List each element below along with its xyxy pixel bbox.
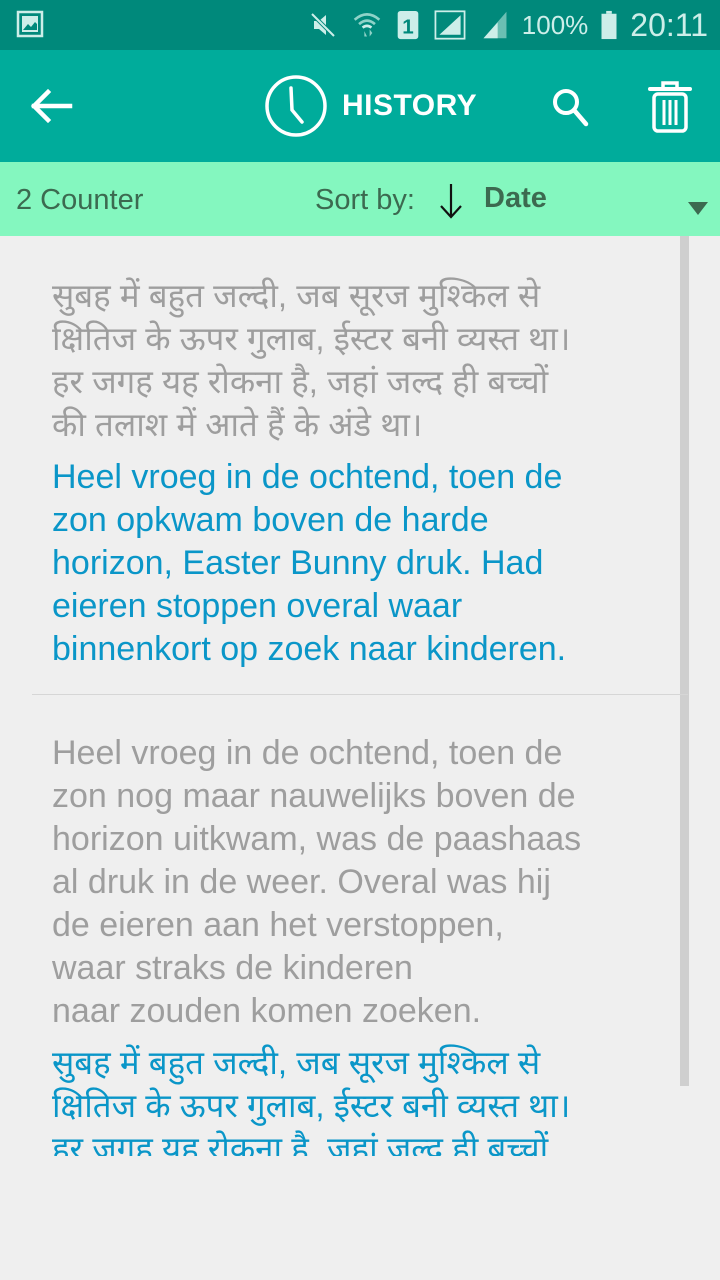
arrow-left-icon <box>30 88 73 124</box>
app-bar: HISTORY <box>0 50 720 162</box>
translation-text: सुबह में बहुत जल्दी, जब सूरज मुश्किल से … <box>52 1044 571 1156</box>
page-title: HISTORY <box>342 89 478 122</box>
mute-icon <box>310 12 336 38</box>
battery-full-icon <box>601 10 617 40</box>
image-notification-icon <box>16 10 44 38</box>
sim-1-icon: 1 <box>397 10 419 40</box>
search-icon <box>553 89 589 127</box>
delete-history-button[interactable] <box>646 80 694 134</box>
item-divider <box>32 694 688 695</box>
wifi-data-icon <box>353 13 381 37</box>
history-item[interactable]: सुबह में बहुत जल्दी, जब सूरज मुश्किल से … <box>32 274 688 671</box>
trash-icon <box>648 81 692 133</box>
search-button[interactable] <box>548 84 594 130</box>
sort-bar: 2 Counter Sort by: Date <box>0 162 720 236</box>
sort-dropdown[interactable]: Date <box>366 172 720 226</box>
page-title-group: HISTORY <box>264 74 477 138</box>
history-item[interactable]: Heel vroeg in de ochtend, toen de zon no… <box>32 732 688 1156</box>
clock-icon <box>265 75 327 137</box>
source-text: सुबह में बहुत जल्दी, जब सूरज मुश्किल से … <box>52 277 571 443</box>
signal-sim2-icon <box>483 11 507 39</box>
source-text: Heel vroeg in de ochtend, toen de zon no… <box>52 734 582 1030</box>
signal-sim1-icon <box>434 10 466 40</box>
translation-text: Heel vroeg in de ochtend, toen de zon op… <box>52 458 567 668</box>
back-button[interactable] <box>26 86 74 126</box>
caret-down-icon <box>688 202 708 215</box>
svg-text:1: 1 <box>402 15 413 38</box>
sort-selected-value: Date <box>484 182 547 214</box>
clock-time: 20:11 <box>630 6 708 43</box>
history-counter: 2 Counter <box>16 184 144 216</box>
battery-percent: 100% <box>521 9 589 40</box>
history-list[interactable]: सुबह में बहुत जल्दी, जब सूरज मुश्किल से … <box>0 236 720 1156</box>
status-bar: 1 100% 20:11 <box>0 0 720 50</box>
